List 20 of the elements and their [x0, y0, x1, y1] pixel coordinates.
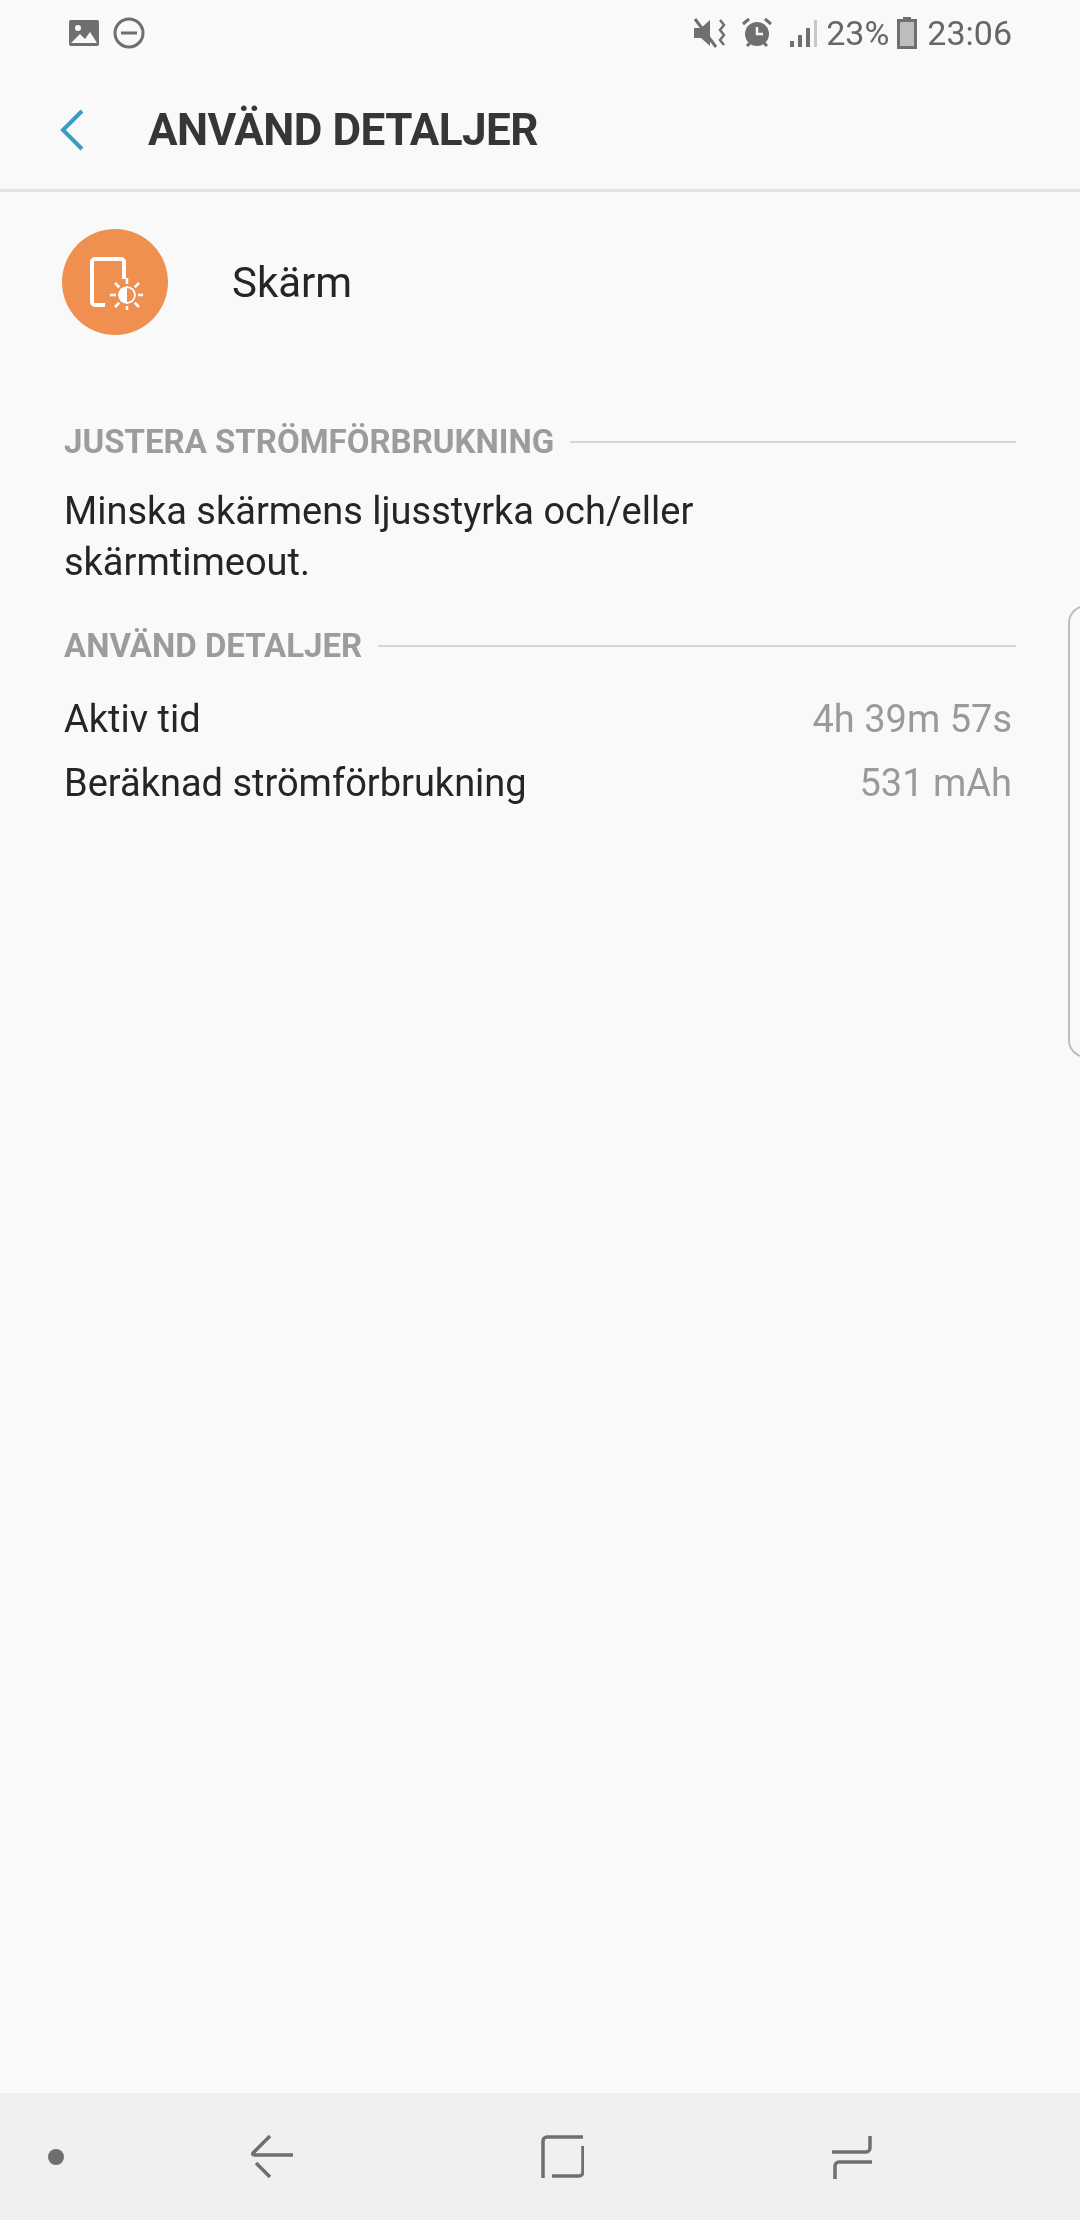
recents-icon	[830, 2133, 874, 2180]
page-title: ANVÄND DETALJER	[148, 102, 538, 158]
do-not-disturb-icon	[112, 16, 146, 50]
detail-label: Beräknad strömförbrukning	[64, 760, 527, 807]
detail-value: 531 mAh	[859, 760, 1012, 807]
battery-icon	[897, 17, 918, 49]
detail-value: 4h 39m 57s	[812, 696, 1012, 743]
home-icon	[540, 2133, 584, 2180]
section-header: ANVÄND DETALJER	[64, 625, 363, 668]
clock: 23:06	[927, 16, 1012, 50]
app-name: Skärm	[232, 256, 353, 309]
battery-percent: 23%	[826, 16, 890, 50]
section-header: JUSTERA STRÖMFÖRBRUKNING	[64, 421, 555, 464]
alarm-icon	[740, 16, 775, 50]
back-icon	[58, 107, 86, 152]
image-icon	[68, 19, 100, 47]
detail-label: Aktiv tid	[64, 696, 201, 743]
advice-text: Minska skärmens ljusstyrka och/eller skärmtimeout.	[64, 488, 695, 586]
back-arrow-icon	[250, 2133, 294, 2180]
dot-icon	[47, 2147, 65, 2166]
